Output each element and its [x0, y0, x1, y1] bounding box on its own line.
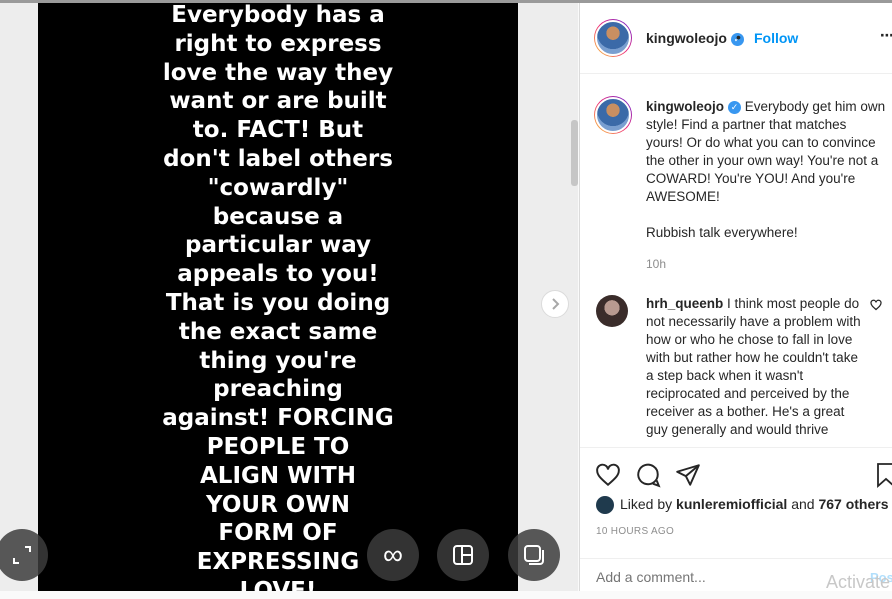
likes-others-link[interactable]: 767 others	[818, 496, 888, 512]
layout-button[interactable]	[437, 529, 489, 581]
infinity-icon: ∞	[383, 539, 403, 570]
next-slide-button[interactable]	[541, 290, 569, 318]
caption-time[interactable]: 10h	[646, 257, 666, 271]
media-line: appeals to you!	[177, 261, 379, 288]
gallery-icon	[524, 545, 544, 565]
media-line: Everybody has a	[171, 3, 385, 28]
comments-list[interactable]: kingwoleojo ✓ Everybody get him own style…	[580, 74, 892, 447]
media-line: "cowardly"	[207, 174, 349, 201]
media-line: love the way they	[162, 59, 394, 86]
media-line: thing you're	[199, 347, 357, 374]
username-text: kingwoleojo	[646, 30, 727, 46]
author-username[interactable]: kingwoleojo ✓	[646, 30, 744, 46]
layout-icon	[453, 545, 473, 565]
heart-icon[interactable]	[595, 462, 621, 488]
gallery-button[interactable]	[508, 529, 560, 581]
media-line: ALIGN WITH	[199, 462, 356, 489]
verified-icon: ✓	[728, 100, 742, 114]
chevron-right-icon	[552, 298, 560, 310]
comment-body: I think most people do not necessarily h…	[646, 296, 861, 437]
media-line: the exact same	[178, 318, 378, 345]
likes-and: and	[787, 496, 819, 512]
likes-prefix: Liked by	[620, 496, 677, 512]
expand-icon	[13, 546, 31, 564]
media-text: Everybody has a right to express love th…	[38, 3, 518, 591]
add-comment-input[interactable]	[594, 568, 818, 586]
post-header: kingwoleojo ✓ • Follow ⋯	[580, 3, 892, 74]
media-line: particular way	[184, 232, 372, 259]
post-timestamp[interactable]: 10 HOURS AGO	[596, 526, 674, 537]
comment-username[interactable]: hrh_queenb	[646, 296, 723, 311]
post-side-panel: kingwoleojo ✓ • Follow ⋯ kingwoleojo ✓ Eve…	[579, 3, 892, 591]
more-options-icon[interactable]: ⋯	[880, 27, 892, 44]
likes-summary: Liked by kunleremiofficial and 767 other…	[596, 496, 889, 515]
media-line: YOUR OWN	[206, 491, 350, 518]
share-icon[interactable]	[675, 462, 701, 488]
separator-dot: •	[736, 29, 741, 45]
scrollbar-thumb[interactable]	[571, 120, 578, 186]
caption-body-2: Rubbish talk everywhere!	[646, 225, 798, 240]
boomerang-button[interactable]: ∞	[367, 529, 419, 581]
post-media[interactable]: Everybody has a right to express love th…	[38, 3, 518, 591]
bookmark-icon[interactable]	[876, 462, 892, 488]
follow-button[interactable]: Follow	[754, 30, 798, 46]
media-line: want or are built	[169, 88, 387, 115]
media-line: preaching	[213, 376, 343, 403]
os-activation-watermark: Activate	[826, 572, 891, 592]
like-comment-icon[interactable]	[870, 299, 882, 311]
caption-text: kingwoleojo ✓ Everybody get him own style…	[646, 98, 886, 242]
post-actions: Liked by kunleremiofficial and 767 other…	[580, 447, 892, 548]
comment-icon[interactable]	[635, 462, 661, 488]
caption-username[interactable]: kingwoleojo	[646, 99, 724, 114]
liker-avatar[interactable]	[596, 496, 614, 515]
author-avatar[interactable]	[594, 19, 632, 57]
media-line: That is you doing	[165, 289, 391, 316]
media-line: to. FACT! But	[192, 117, 364, 144]
caption-body: Everybody get him own style! Find a part…	[646, 99, 886, 204]
avatar-image	[595, 20, 631, 56]
media-line: don't label others	[163, 145, 393, 172]
liker-username[interactable]: kunleremiofficial	[676, 496, 787, 512]
media-line: right to express	[174, 30, 382, 57]
media-line: LOVE!	[239, 577, 317, 591]
comment-text: hrh_queenb I think most people do not ne…	[646, 295, 866, 439]
caption-author-avatar[interactable]	[594, 96, 632, 134]
media-line: against! FORCING	[162, 405, 394, 432]
avatar-image	[595, 97, 631, 133]
commenter-avatar[interactable]	[596, 295, 628, 327]
media-line: because a	[212, 203, 344, 230]
media-line: PEOPLE TO	[206, 433, 350, 460]
